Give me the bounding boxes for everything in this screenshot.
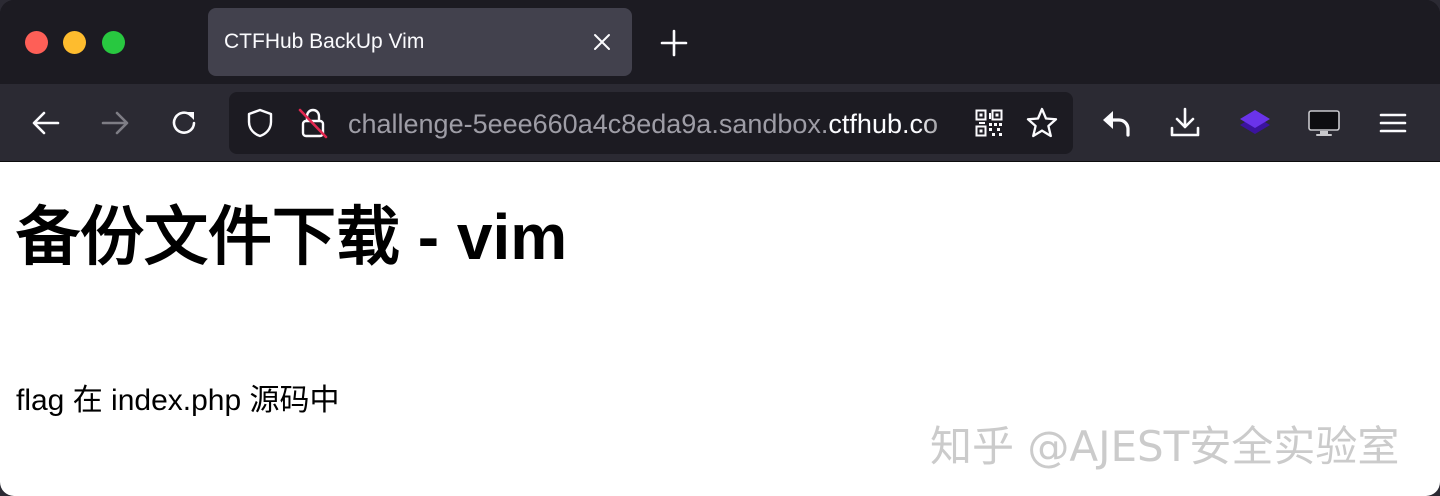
- page-paragraph: flag 在 index.php 源码中: [16, 384, 340, 417]
- page-content: 备份文件下载 - vim flag 在 index.php 源码中 知乎 @AJ…: [0, 162, 1440, 496]
- hamburger-menu-icon[interactable]: [1376, 106, 1410, 140]
- download-icon[interactable]: [1168, 106, 1202, 140]
- qr-code-icon[interactable]: [975, 109, 1003, 137]
- shield-icon[interactable]: [244, 107, 276, 139]
- lock-slashed-icon[interactable]: [297, 106, 329, 140]
- arrow-left-icon[interactable]: [29, 106, 63, 140]
- url-text[interactable]: challenge-5eee660a4c8eda9a.sandbox.ctfhu…: [348, 109, 960, 140]
- arrow-right-icon[interactable]: [98, 106, 132, 140]
- purple-layers-icon[interactable]: [1238, 106, 1272, 140]
- reload-icon[interactable]: [167, 106, 201, 140]
- tab-title: CTFHub BackUp Vim: [224, 30, 425, 53]
- close-window-button[interactable]: [25, 31, 48, 54]
- url-fade: [919, 100, 963, 146]
- close-icon[interactable]: [588, 28, 616, 56]
- minimize-window-button[interactable]: [63, 31, 86, 54]
- watermark: 知乎 @AJEST安全实验室: [930, 422, 1400, 471]
- reply-arrow-icon[interactable]: [1100, 106, 1134, 140]
- active-tab[interactable]: CTFHub BackUp Vim: [208, 8, 632, 76]
- star-icon[interactable]: [1025, 106, 1059, 140]
- maximize-window-button[interactable]: [102, 31, 125, 54]
- nav-toolbar: challenge-5eee660a4c8eda9a.sandbox.ctfhu…: [0, 84, 1440, 162]
- tab-strip: CTFHub BackUp Vim: [0, 0, 1440, 84]
- monitor-icon[interactable]: [1307, 106, 1341, 140]
- url-prefix: challenge-5eee660a4c8eda9a.sandbox.: [348, 109, 829, 139]
- page-heading: 备份文件下载 - vim: [16, 201, 568, 273]
- plus-icon[interactable]: [659, 28, 689, 58]
- browser-window: CTFHub BackUp Vim challenge-5eee660a4c8e…: [0, 0, 1440, 496]
- url-bar[interactable]: challenge-5eee660a4c8eda9a.sandbox.ctfhu…: [229, 92, 1073, 154]
